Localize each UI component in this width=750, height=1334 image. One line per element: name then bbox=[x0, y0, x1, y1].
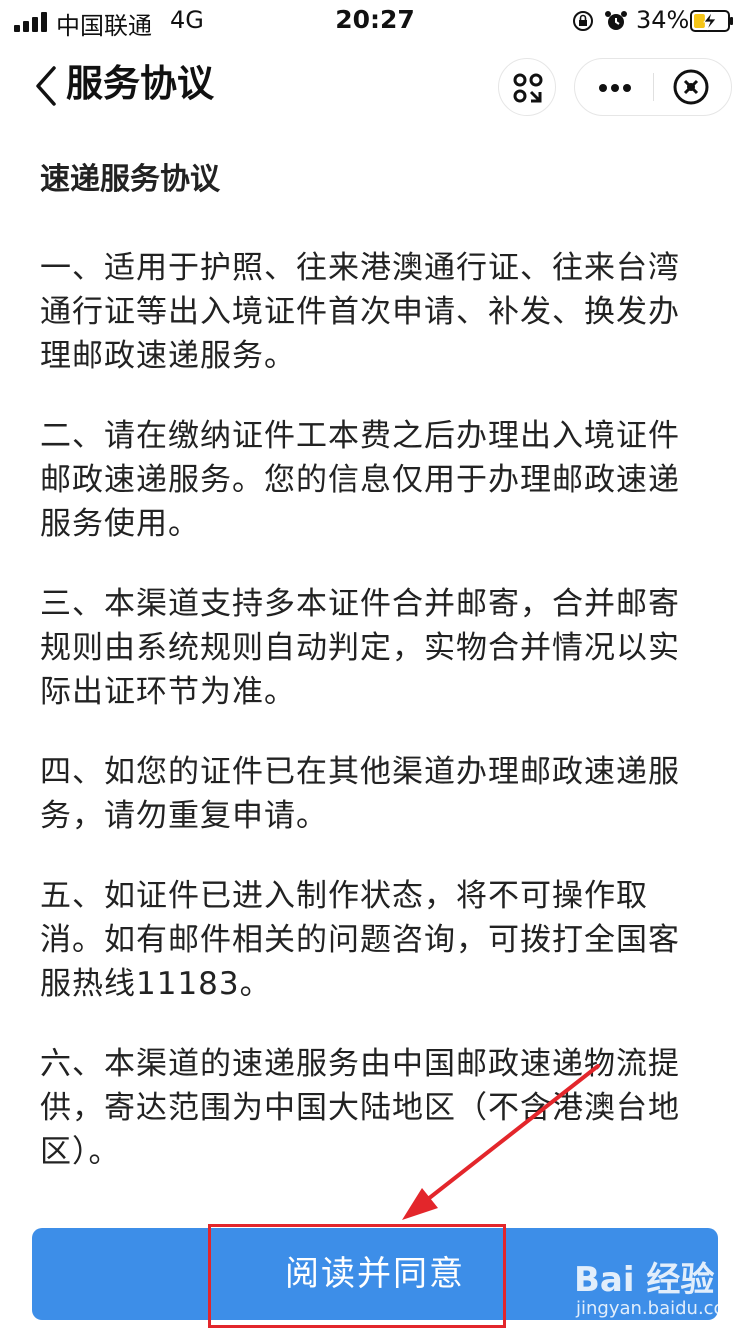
battery-percent: 34% bbox=[636, 6, 690, 34]
lock-rotation-icon bbox=[573, 11, 593, 31]
document-title: 速递服务协议 bbox=[40, 162, 220, 197]
watermark-logo: Bai 经验 bbox=[574, 1260, 715, 1300]
close-icon bbox=[673, 69, 709, 105]
scan-icon bbox=[513, 73, 543, 103]
alarm-icon bbox=[605, 11, 627, 30]
scan-button[interactable] bbox=[498, 58, 556, 116]
clause-1: 一、适用于护照、往来港澳通行证、往来台湾通行证等出入境证件首次申请、补发、换发办… bbox=[40, 250, 680, 374]
agreement-scroll-area[interactable]: 速递服务协议 一、适用于护照、往来港澳通行证、往来台湾通行证等出入境证件首次申请… bbox=[0, 128, 750, 1212]
clause-3: 三、本渠道支持多本证件合并邮寄，合并邮寄规则由系统规则自动判定，实物合并情况以实… bbox=[40, 586, 680, 710]
more-icon bbox=[599, 84, 607, 92]
agreement-content: 速递服务协议 一、适用于护照、往来港澳通行证、往来台湾通行证等出入境证件首次申请… bbox=[40, 150, 700, 1174]
watermark: Bai 经验 jingyan.baidu.com bbox=[574, 1252, 744, 1328]
page-title: 服务协议 bbox=[66, 62, 214, 105]
clause-2: 二、请在缴纳证件工本费之后办理出入境证件邮政速递服务。您的信息仅用于办理邮政速递… bbox=[40, 418, 680, 542]
nav-bar: 服务协议 bbox=[0, 44, 750, 128]
battery-charging-icon bbox=[690, 10, 733, 32]
close-button[interactable] bbox=[654, 59, 731, 115]
more-button[interactable] bbox=[575, 59, 653, 115]
watermark-url: jingyan.baidu.com bbox=[576, 1298, 743, 1319]
mini-program-capsule bbox=[574, 58, 732, 116]
clause-6: 六、本渠道的速递服务由中国邮政速递物流提供，寄达范围为中国大陆地区（不含港澳台地… bbox=[40, 1046, 680, 1170]
clause-5: 五、如证件已进入制作状态，将不可操作取消。如有邮件相关的问题咨询，可拨打全国客服… bbox=[40, 878, 680, 1002]
back-icon[interactable] bbox=[30, 62, 60, 110]
status-bar: 中国联通 4G 20:27 34% bbox=[0, 0, 750, 44]
clause-4: 四、如您的证件已在其他渠道办理邮政速递服务，请勿重复申请。 bbox=[40, 754, 680, 834]
